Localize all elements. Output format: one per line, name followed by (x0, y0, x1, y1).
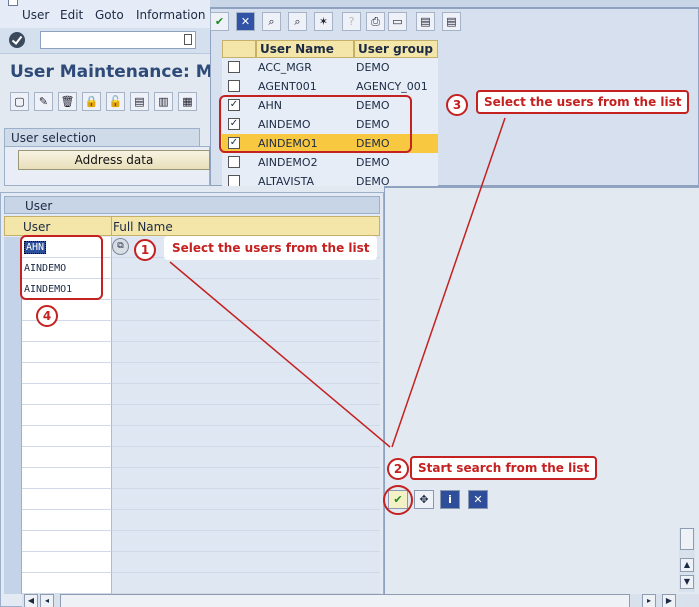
annotation-callout-3: Select the users from the list (476, 90, 690, 114)
annotation-number-4: 4 (36, 305, 58, 327)
annotation-number-1: 1 (134, 239, 156, 261)
connector-line-3 (391, 117, 506, 448)
annotation-callout-2: Start search from the list (410, 456, 598, 480)
annotation-number-2: 2 (387, 458, 409, 480)
annotation-callout-1: Select the users from the list (164, 236, 378, 260)
connector-line-1 (169, 261, 391, 448)
annotation-number-3: 3 (446, 94, 468, 116)
